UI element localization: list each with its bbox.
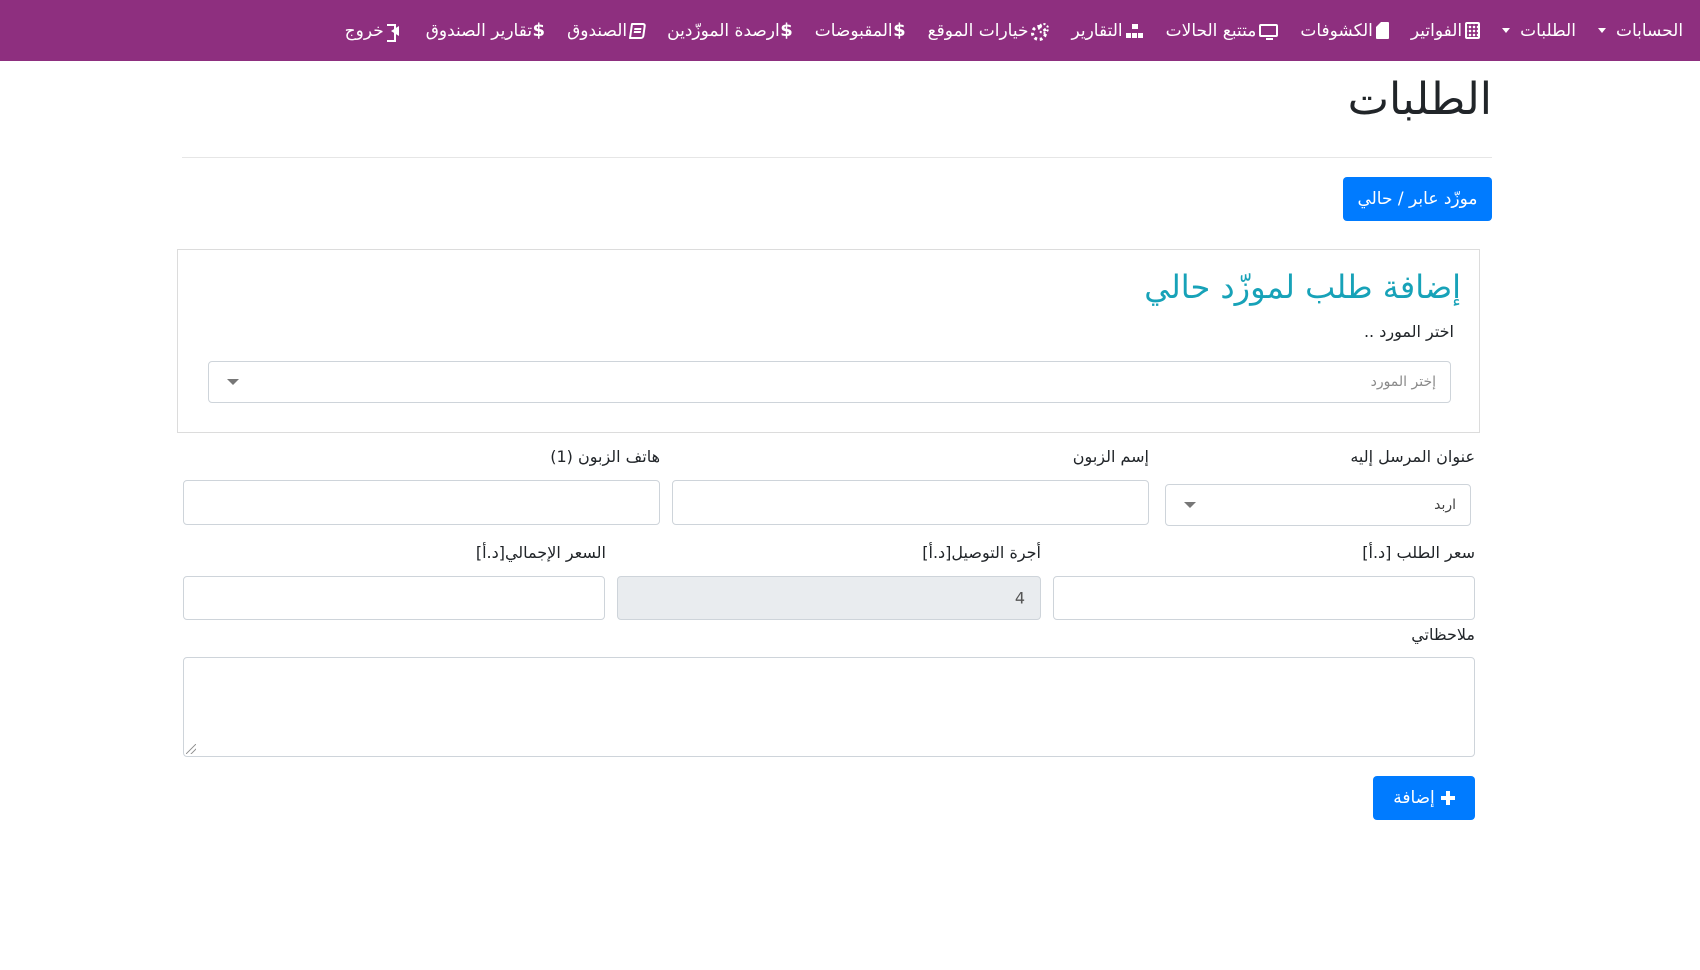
nav-item-2[interactable]: الطلبات (1502, 21, 1576, 41)
supplier-select-placeholder: إختر المورد (1370, 374, 1436, 390)
monitor-icon (1259, 24, 1279, 40)
nav-item-7[interactable]: خيارات الموقع (928, 21, 1050, 41)
title-divider (182, 157, 1492, 158)
supplier-type-button[interactable]: موزّد عابر / حالي (1343, 177, 1492, 221)
nav-menu: ةالحساباتالطلباتالفواتيرالكشوفاتمتتبع ال… (323, 0, 1700, 61)
customer-phone-label: هاتف الزبون (1) (550, 447, 660, 466)
order-price-label: سعر الطلب [د.أ] (1362, 543, 1475, 562)
dollar-icon: $ (780, 19, 793, 41)
file-icon (1375, 22, 1389, 39)
nav-item-label: الفواتير (1410, 20, 1463, 41)
book-icon (629, 22, 647, 39)
address-select[interactable]: اربد (1165, 484, 1471, 526)
chevron-down-icon (1184, 502, 1196, 508)
top-navbar: ةالحساباتالطلباتالفواتيرالكشوفاتمتتبع ال… (0, 0, 1700, 61)
nav-item-9[interactable]: $ ارصدة الموزّدين (667, 21, 793, 41)
total-price-input[interactable] (183, 576, 605, 620)
add-order-button[interactable]: إضافة (1373, 776, 1475, 820)
nav-item-8[interactable]: $ المقبوضات (815, 21, 906, 41)
page-title: الطلبات (1347, 74, 1492, 125)
calculator-icon (1465, 22, 1481, 39)
caret-down-icon (1597, 28, 1606, 33)
delivery-fee-label: أجرة التوصيل[د.أ] (922, 543, 1041, 562)
nav-item-label: ارصدة الموزّدين (667, 20, 780, 41)
dollar-icon: $ (893, 19, 906, 41)
nav-item-6[interactable]: التقارير (1071, 21, 1143, 41)
supplier-select-label: اختر المورد .. (1363, 322, 1454, 341)
nav-item-label: المقبوضات (814, 20, 893, 41)
nav-item-10[interactable]: الصندوق (567, 20, 647, 41)
order-price-input[interactable] (1053, 576, 1475, 620)
add-order-button-label: إضافة (1393, 788, 1435, 808)
notes-label: ملاحظاتي (1411, 625, 1475, 644)
sitemap-icon (1125, 23, 1144, 38)
nav-item-1[interactable]: الحسابات (1597, 20, 1684, 41)
address-select-value: اربد (1434, 497, 1456, 513)
customer-phone-input[interactable] (183, 480, 660, 525)
nav-item-5[interactable]: متتبع الحالات (1166, 21, 1279, 41)
supplier-panel-title: إضافة طلب لموزّد حالي (1144, 268, 1461, 306)
nav-item-11[interactable]: $ تقارير الصندوق (426, 21, 545, 41)
caret-down-icon (1502, 28, 1511, 33)
supplier-panel: إضافة طلب لموزّد حالي اختر المورد .. إخت… (177, 249, 1480, 433)
sign-out-icon (386, 23, 404, 42)
plus-icon (1440, 791, 1455, 805)
resize-handle-icon[interactable] (186, 744, 196, 754)
delivery-fee-input: 4 (617, 576, 1041, 620)
gears-icon (1031, 22, 1050, 41)
address-label: عنوان المرسل إليه (1350, 447, 1475, 466)
nav-item-4[interactable]: الكشوفات (1300, 21, 1389, 41)
nav-item-label: خروج (344, 20, 384, 41)
total-price-label: السعر الإجمالي[د.أ] (475, 543, 606, 562)
chevron-down-icon (227, 379, 239, 385)
nav-item-label: تقارير الصندوق (425, 20, 533, 41)
delivery-fee-value: 4 (1014, 588, 1025, 608)
supplier-select[interactable]: إختر المورد (208, 361, 1451, 403)
nav-item-3[interactable]: الفواتير (1410, 20, 1481, 41)
nav-item-label: الصندوق (567, 20, 628, 41)
notes-textarea[interactable] (183, 657, 1475, 757)
dollar-icon: $ (532, 19, 546, 41)
customer-name-input[interactable] (672, 480, 1149, 525)
nav-item-label: الكشوفات (1300, 20, 1373, 41)
nav-item-label: التقارير (1071, 20, 1123, 41)
customer-name-label: إسم الزبون (1072, 447, 1149, 466)
nav-item-label: الحسابات (1615, 20, 1684, 41)
nav-item-label: الطلبات (1520, 20, 1576, 41)
nav-item-label: متتبع الحالات (1165, 20, 1257, 41)
nav-item-12[interactable]: خروج (344, 20, 404, 42)
nav-item-label: خيارات الموقع (927, 20, 1029, 41)
